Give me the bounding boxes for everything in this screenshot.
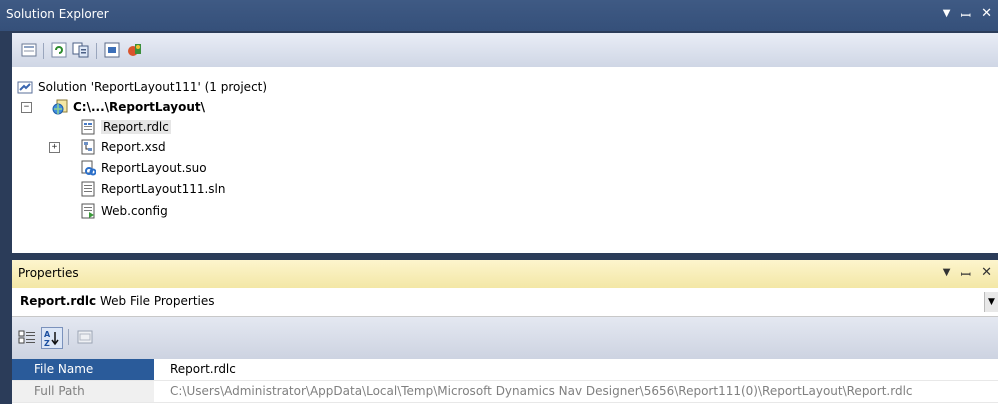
property-name: File Name [12, 359, 154, 380]
selected-object-name: Report.rdlc [20, 294, 97, 308]
close-icon[interactable]: ✕ [981, 265, 992, 283]
alphabetical-icon[interactable]: AZ [41, 327, 63, 349]
config-file-icon [80, 203, 96, 219]
solution-explorer-title: Solution Explorer [6, 7, 109, 21]
solution-icon [17, 79, 33, 95]
property-name: Full Path [12, 381, 154, 402]
chevron-down-icon[interactable]: ▼ [984, 292, 998, 312]
property-value[interactable]: C:\Users\Administrator\AppData\Local\Tem… [170, 381, 913, 402]
properties-title: Properties [18, 266, 79, 280]
properties-icon[interactable] [20, 42, 38, 58]
tree-item-label: ReportLayout.suo [101, 161, 207, 175]
svg-text:A: A [44, 330, 51, 339]
suo-file-icon [80, 160, 96, 176]
tree-item-label: ReportLayout111.sln [101, 182, 226, 196]
class-diagram-icon[interactable] [126, 42, 144, 58]
show-all-files-icon[interactable] [72, 42, 90, 58]
close-icon[interactable]: ✕ [981, 6, 992, 24]
property-grid: File Name Report.rdlc Full Path C:\Users… [12, 359, 998, 404]
svg-text:Z: Z [44, 339, 50, 347]
view-code-icon[interactable] [103, 42, 121, 58]
tree-item-reportlayout-suo[interactable]: ReportLayout.suo [80, 158, 207, 178]
solution-label: Solution 'ReportLayout111' (1 project) [38, 80, 268, 94]
solution-file-icon [80, 181, 96, 197]
window-position-icon[interactable]: ▼ [943, 8, 951, 24]
tree-item-report-xsd[interactable]: Report.xsd [80, 137, 166, 157]
refresh-icon[interactable] [50, 42, 68, 58]
dataset-file-icon [80, 139, 96, 155]
window-position-icon[interactable]: ▼ [943, 267, 951, 283]
selected-object-type: Web File Properties [96, 294, 215, 308]
solution-tree: Solution 'ReportLayout111' (1 project) −… [12, 67, 998, 253]
tree-item-report-rdlc[interactable]: Report.rdlc [80, 117, 171, 137]
tree-item-label: Report.rdlc [101, 120, 171, 134]
property-row-full-path[interactable]: Full Path C:\Users\Administrator\AppData… [12, 381, 998, 403]
properties-object-selector[interactable]: Report.rdlc Web File Properties ▼ [12, 288, 998, 317]
report-file-icon [80, 119, 96, 135]
property-pages-icon[interactable] [76, 329, 94, 345]
solution-explorer-titlebar: Solution Explorer ▼ ꟷ ✕ [0, 0, 998, 31]
solution-explorer-toolbar [12, 33, 998, 67]
web-project-icon [52, 99, 68, 115]
tree-item-web-config[interactable]: Web.config [80, 201, 168, 221]
tree-item-label: Web.config [101, 204, 168, 218]
tree-item-label: Report.xsd [101, 140, 166, 154]
solution-node[interactable]: Solution 'ReportLayout111' (1 project) [17, 77, 267, 97]
pin-icon[interactable]: ꟷ [961, 265, 972, 283]
project-collapse-toggle[interactable]: − [21, 102, 32, 113]
project-label: C:\...\ReportLayout\ [73, 100, 206, 114]
properties-titlebar: Properties ▼ ꟷ ✕ [12, 260, 998, 288]
project-node[interactable]: C:\...\ReportLayout\ [52, 97, 205, 117]
xsd-expand-toggle[interactable]: + [49, 142, 60, 153]
properties-toolbar: AZ [12, 317, 998, 359]
pin-icon[interactable]: ꟷ [961, 6, 972, 24]
categorized-icon[interactable] [18, 329, 36, 345]
tree-item-reportlayout111-sln[interactable]: ReportLayout111.sln [80, 179, 225, 199]
property-row-file-name[interactable]: File Name Report.rdlc [12, 359, 998, 381]
property-value[interactable]: Report.rdlc [170, 359, 236, 380]
